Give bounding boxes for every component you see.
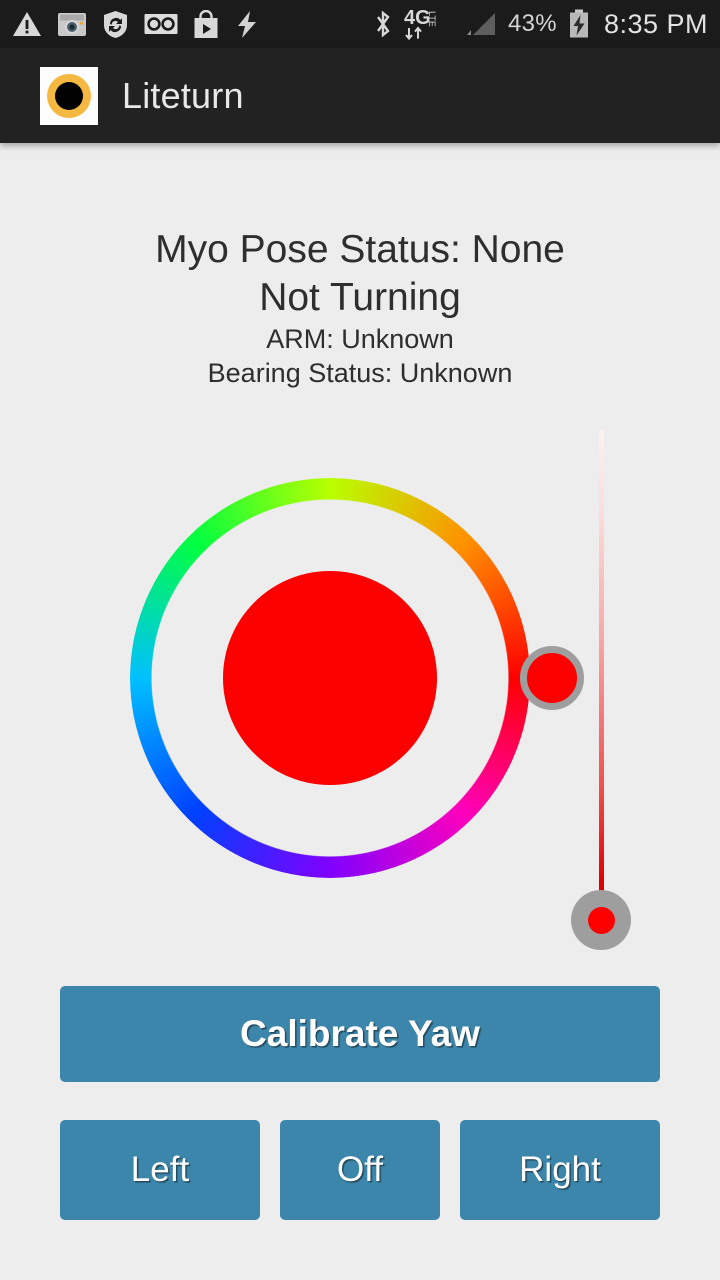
camera-icon [58, 13, 86, 36]
app-root: 4G LTE 43% 8:35 PM Liteturn Myo Pose Sta… [0, 0, 720, 1280]
hue-color-wheel[interactable] [110, 458, 584, 898]
clock-label: 8:35 PM [603, 8, 708, 39]
calibrate-yaw-button[interactable]: Calibrate Yaw [60, 986, 660, 1082]
bearing-status-label: Bearing Status: Unknown [207, 358, 513, 388]
right-button[interactable]: Right [460, 1120, 660, 1220]
signal-bars-icon [467, 13, 495, 35]
brightness-slider-track[interactable] [599, 430, 604, 922]
brightness-slider[interactable] [571, 430, 631, 950]
logo-core [55, 81, 83, 110]
svg-text:4G: 4G [404, 7, 431, 29]
status-bar-left-icons [12, 9, 260, 39]
status-bar-right-icons: 4G LTE 43% 8:35 PM [373, 7, 708, 41]
action-bar: Liteturn [0, 48, 720, 143]
status-text-block: Myo Pose Status: None Not Turning ARM: U… [0, 226, 720, 390]
bluetooth-icon [377, 10, 390, 38]
warning-triangle-icon [13, 12, 41, 36]
battery-percent-label: 43% [508, 10, 557, 37]
turning-status-label: Not Turning [259, 276, 461, 319]
network-4g-lte-icon: 4G LTE [404, 7, 456, 41]
off-button[interactable]: Off [280, 1120, 440, 1220]
app-title: Liteturn [122, 74, 244, 116]
lightning-bolt-icon [238, 10, 256, 38]
shield-sync-icon [104, 10, 127, 38]
left-button[interactable]: Left [60, 1120, 260, 1220]
logo-ring [47, 73, 91, 118]
turn-direction-button-row: Left Off Right [60, 1120, 660, 1220]
hue-center-preview [223, 571, 437, 785]
brightness-slider-knob-dot [587, 906, 615, 934]
arm-status-label: ARM: Unknown [266, 324, 454, 354]
myo-pose-status-label: Myo Pose Status: None [155, 228, 565, 271]
play-store-icon [194, 9, 218, 38]
voicemail-icon [144, 14, 178, 34]
status-bar: 4G LTE 43% 8:35 PM [0, 0, 720, 48]
svg-text:LTE: LTE [427, 11, 437, 27]
liteturn-ring-icon [40, 66, 98, 125]
hue-selector-knob[interactable] [520, 646, 584, 710]
brightness-slider-knob[interactable] [571, 890, 631, 950]
battery-charging-icon [569, 9, 588, 38]
